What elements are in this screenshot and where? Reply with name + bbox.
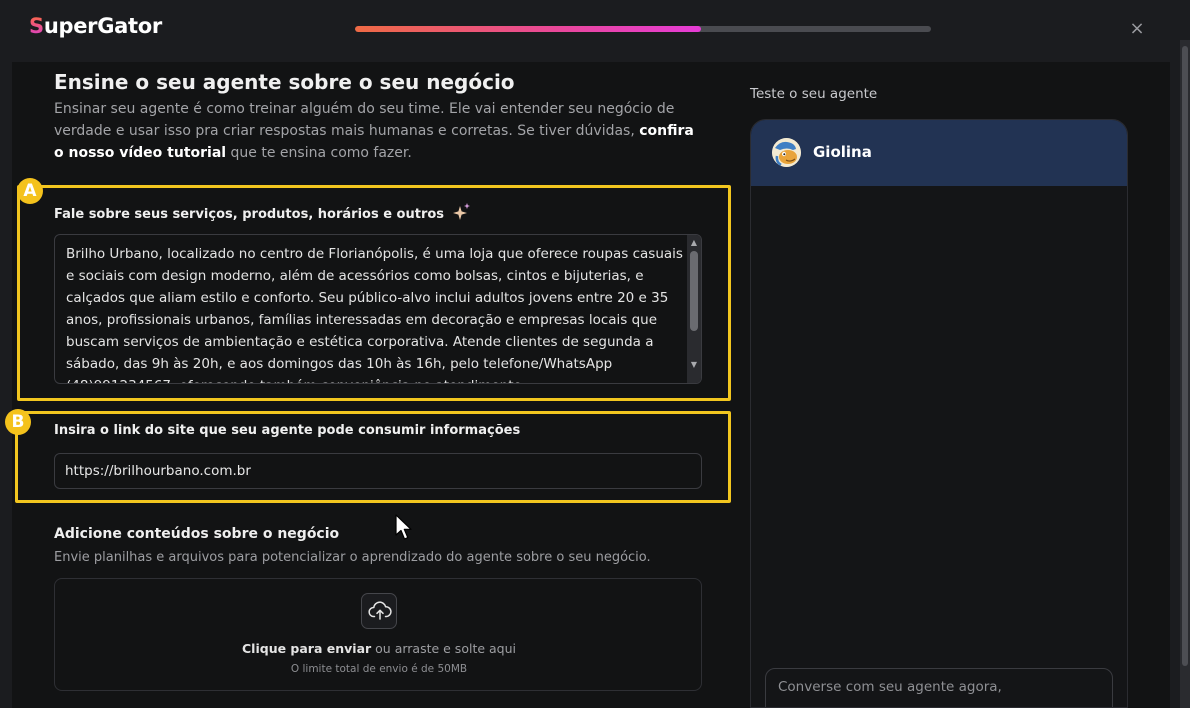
- services-textarea[interactable]: Brilho Urbano, localizado no centro de F…: [54, 234, 702, 384]
- close-icon: ×: [1129, 18, 1145, 39]
- page-scrollbar-thumb[interactable]: [1182, 46, 1188, 666]
- services-label: Fale sobre seus serviços, produtos, horá…: [54, 203, 471, 222]
- textarea-scrollbar[interactable]: ▲ ▼: [687, 235, 701, 383]
- agent-name: Giolina: [813, 143, 872, 161]
- description-text-end: que te ensina como fazer.: [226, 145, 412, 161]
- content-section-title: Adicione conteúdos sobre o negócio: [54, 526, 340, 542]
- scroll-down-arrow-icon[interactable]: ▼: [687, 359, 701, 371]
- logo-initial: S: [29, 14, 44, 38]
- upload-instructions: Clique para enviar ou arraste e solte aq…: [55, 641, 703, 656]
- services-label-text: Fale sobre seus serviços, produtos, horá…: [54, 207, 445, 222]
- badge-b: B: [5, 409, 31, 435]
- chat-header: Giolina: [751, 120, 1127, 186]
- agent-avatar: [772, 138, 801, 167]
- progress-fill: [355, 26, 701, 32]
- file-dropzone[interactable]: Clique para enviar ou arraste e solte aq…: [54, 578, 702, 691]
- site-link-label: Insira o link do site que seu agente pod…: [54, 423, 521, 438]
- description-text: Ensinar seu agente é como treinar alguém…: [54, 101, 675, 139]
- badge-a: A: [17, 178, 43, 204]
- chat-preview: Giolina: [750, 119, 1128, 708]
- textarea-scrollbar-thumb[interactable]: [690, 251, 698, 331]
- site-url-input[interactable]: [54, 453, 702, 489]
- form-column: Ensine o seu agente sobre o seu negócio …: [5, 62, 732, 708]
- onboarding-card: Ensine o seu agente sobre o seu negócio …: [5, 62, 1170, 708]
- onboarding-progress-bar: [355, 26, 931, 32]
- page-description: Ensinar seu agente é como treinar alguém…: [54, 98, 694, 164]
- upload-button[interactable]: [361, 593, 397, 629]
- test-agent-title: Teste o seu agente: [750, 86, 878, 102]
- gator-avatar-icon: [772, 138, 801, 167]
- upload-size-limit: O limite total de envio é de 50MB: [290, 663, 468, 675]
- sparkles-icon: [452, 203, 470, 220]
- drag-drop-text: ou arraste e solte aqui: [371, 641, 516, 656]
- services-text[interactable]: Brilho Urbano, localizado no centro de F…: [66, 243, 686, 383]
- page-title: Ensine o seu agente sobre o seu negócio: [54, 70, 515, 94]
- page-scrollbar[interactable]: [1180, 40, 1190, 708]
- chat-message-input[interactable]: [765, 668, 1113, 707]
- close-button[interactable]: ×: [1127, 18, 1147, 40]
- mouse-cursor-icon: [395, 514, 412, 540]
- supergator-logo: SuperGator: [29, 14, 162, 38]
- content-section-description: Envie planilhas e arquivos para potencia…: [54, 550, 651, 565]
- scroll-up-arrow-icon[interactable]: ▲: [687, 237, 701, 249]
- top-bar: SuperGator ×: [0, 0, 1190, 60]
- click-to-upload-link[interactable]: Clique para enviar: [242, 641, 371, 656]
- logo-text: uperGator: [43, 14, 162, 38]
- cloud-upload-icon: [368, 601, 392, 620]
